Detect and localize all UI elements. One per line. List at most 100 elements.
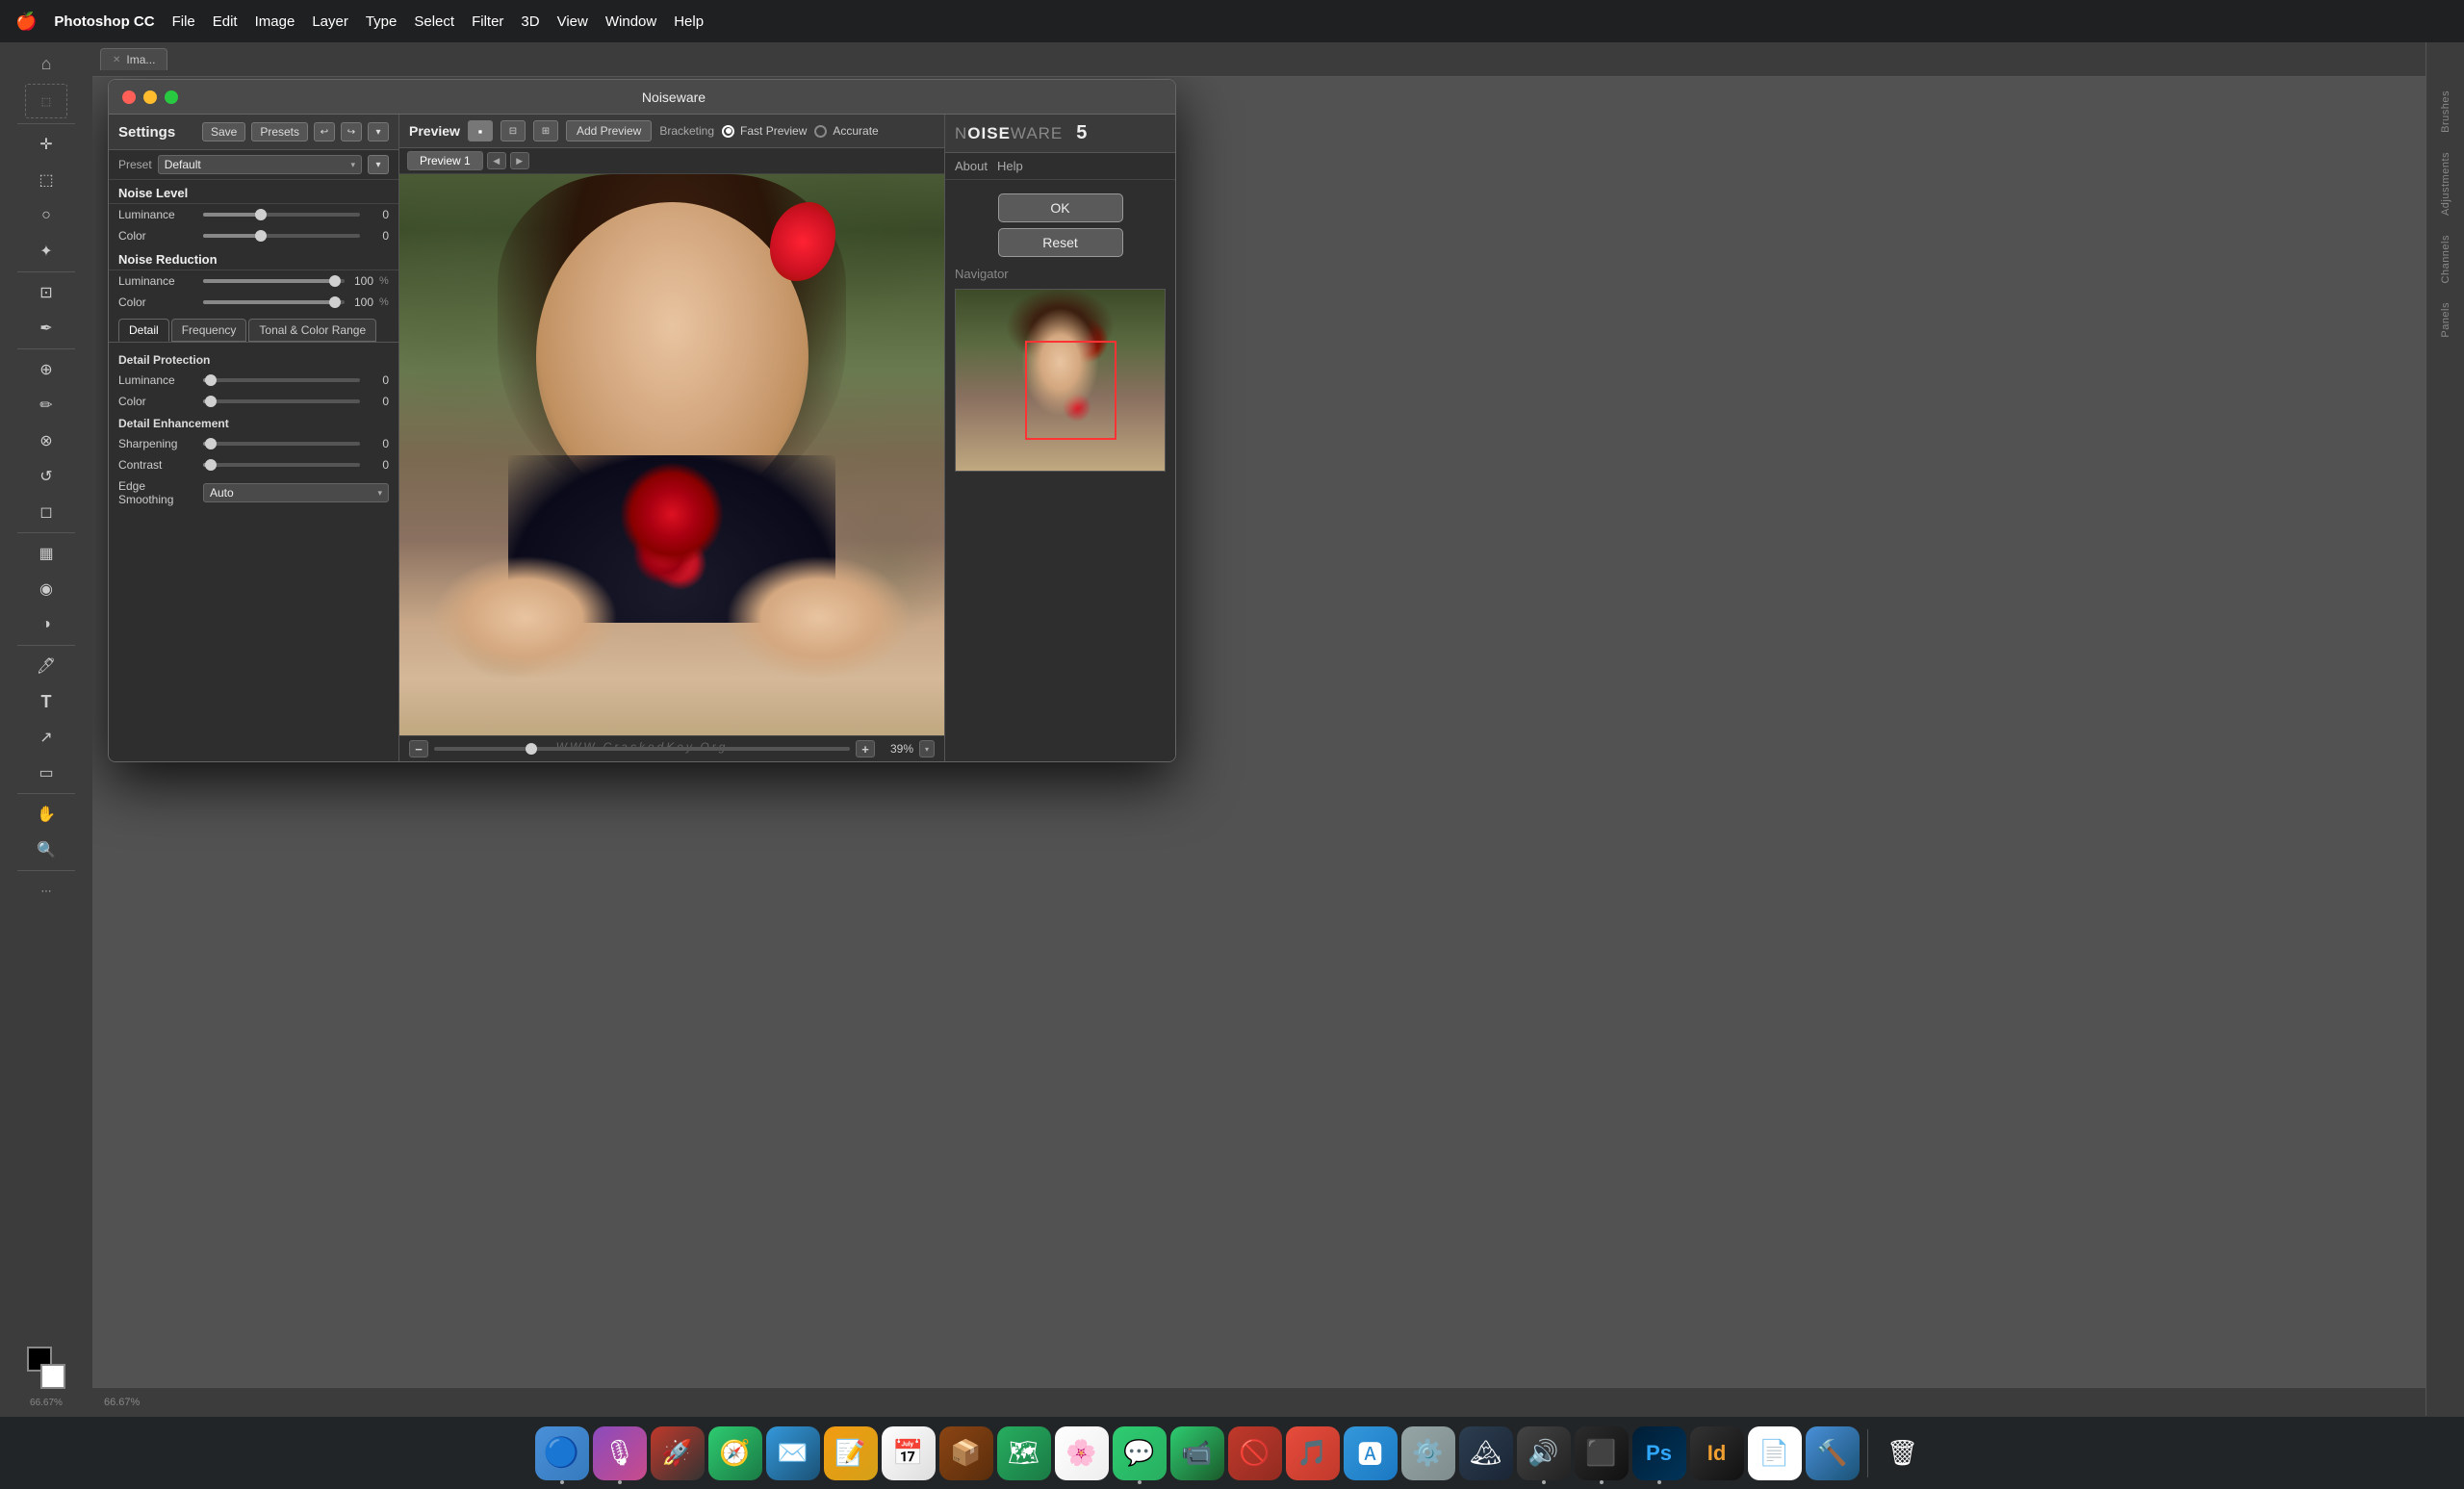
- ps-doc-tab-close[interactable]: ✕: [113, 55, 120, 65]
- ps-rectangle-tool[interactable]: ▭: [25, 756, 67, 790]
- close-button[interactable]: [122, 90, 136, 104]
- menubar-select[interactable]: Select: [414, 13, 454, 30]
- dock-maps[interactable]: 🗺: [997, 1426, 1051, 1480]
- ps-dodge-tool[interactable]: ◑: [25, 607, 67, 642]
- reset-button[interactable]: Reset: [998, 228, 1123, 257]
- preview-image-area[interactable]: [399, 174, 944, 735]
- ps-pen-tool[interactable]: 🖊: [25, 649, 67, 683]
- settings-menu-button[interactable]: ▾: [368, 122, 389, 141]
- tab-detail[interactable]: Detail: [118, 319, 169, 342]
- noise-reduction-color-slider[interactable]: [203, 300, 345, 304]
- dock-photoshop[interactable]: Ps: [1632, 1426, 1686, 1480]
- ps-lasso-tool[interactable]: ○: [25, 198, 67, 233]
- zoom-in-button[interactable]: +: [856, 740, 875, 757]
- dock-trash[interactable]: 🗑: [1876, 1426, 1930, 1480]
- menubar-help[interactable]: Help: [674, 13, 704, 30]
- layout-split-v-btn[interactable]: ⊞: [533, 120, 558, 141]
- detail-prot-luminance-slider[interactable]: [203, 378, 360, 382]
- ps-panel-channels[interactable]: Channels: [2440, 235, 2451, 283]
- dock-calendar[interactable]: 📅: [882, 1426, 936, 1480]
- dock-noiseware[interactable]: 🔊: [1517, 1426, 1571, 1480]
- menubar-image[interactable]: Image: [255, 13, 295, 30]
- dock-notes[interactable]: 📝: [824, 1426, 878, 1480]
- contrast-slider[interactable]: [203, 463, 360, 467]
- zoom-dropdown-button[interactable]: ▾: [919, 740, 935, 757]
- ps-panel-adjustments[interactable]: Adjustments: [2440, 152, 2451, 216]
- dock-do-not-disturb[interactable]: 🚫: [1228, 1426, 1282, 1480]
- preset-select[interactable]: Default ▾: [158, 155, 362, 174]
- ps-hand-tool[interactable]: ✋: [25, 797, 67, 832]
- menubar-layer[interactable]: Layer: [312, 13, 348, 30]
- noise-level-color-slider[interactable]: [203, 234, 360, 238]
- ps-history-brush-tool[interactable]: ↺: [25, 459, 67, 494]
- ps-marquee-tool[interactable]: ⬚: [25, 163, 67, 197]
- dock-notchmeister[interactable]: 🏔: [1459, 1426, 1513, 1480]
- preview-prev-btn[interactable]: ◀: [487, 152, 506, 169]
- redo-button[interactable]: ↪: [341, 122, 362, 141]
- ps-zoom-tool[interactable]: 🔍: [25, 833, 67, 867]
- preview-tab-1[interactable]: Preview 1: [407, 151, 483, 170]
- add-preview-button[interactable]: Add Preview: [566, 120, 652, 141]
- zoom-out-button[interactable]: −: [409, 740, 428, 757]
- about-link[interactable]: About: [955, 159, 988, 173]
- dock-mail[interactable]: ✉️: [766, 1426, 820, 1480]
- ps-text-tool[interactable]: T: [25, 684, 67, 719]
- save-button[interactable]: Save: [202, 122, 245, 141]
- dock-launchpad[interactable]: 🚀: [651, 1426, 705, 1480]
- dock-appstore-alt[interactable]: 📦: [939, 1426, 993, 1480]
- ok-button[interactable]: OK: [998, 193, 1123, 222]
- dock-finder[interactable]: 🔵: [535, 1426, 589, 1480]
- tab-frequency[interactable]: Frequency: [171, 319, 247, 342]
- menubar-3d[interactable]: 3D: [521, 13, 539, 30]
- menubar-window[interactable]: Window: [605, 13, 656, 30]
- ps-more-tools[interactable]: ···: [25, 874, 67, 909]
- ps-clone-tool[interactable]: ⊗: [25, 424, 67, 458]
- dock-system-prefs[interactable]: ⚙️: [1401, 1426, 1455, 1480]
- fast-preview-radio[interactable]: [722, 125, 734, 138]
- navigator-thumbnail[interactable]: [955, 289, 1166, 472]
- zoom-slider-handle[interactable]: [526, 743, 537, 755]
- dock-music[interactable]: 🎵: [1286, 1426, 1340, 1480]
- ps-document-tab[interactable]: ✕ Ima...: [100, 48, 167, 70]
- ps-panel-brushes[interactable]: Brushes: [2440, 90, 2451, 133]
- menubar-edit[interactable]: Edit: [213, 13, 238, 30]
- menubar-filter[interactable]: Filter: [472, 13, 503, 30]
- dock-xcode[interactable]: 🔨: [1806, 1426, 1860, 1480]
- ps-move-tool[interactable]: ✛: [25, 127, 67, 162]
- dock-finder2[interactable]: 📄: [1748, 1426, 1802, 1480]
- preview-next-btn[interactable]: ▶: [510, 152, 529, 169]
- dock-siri[interactable]: 🎙: [593, 1426, 647, 1480]
- dock-terminal[interactable]: ⬛: [1575, 1426, 1629, 1480]
- ps-select-tool[interactable]: ⬚: [25, 84, 67, 118]
- noise-level-luminance-slider[interactable]: [203, 213, 360, 217]
- ps-spot-heal-tool[interactable]: ⊕: [25, 352, 67, 387]
- edge-smoothing-select[interactable]: Auto ▾: [203, 483, 389, 502]
- undo-button[interactable]: ↩: [314, 122, 335, 141]
- dock-psd2[interactable]: Id: [1690, 1426, 1744, 1480]
- ps-blur-tool[interactable]: ◉: [25, 572, 67, 606]
- dock-messages[interactable]: 💬: [1113, 1426, 1167, 1480]
- dock-facetime[interactable]: 📹: [1170, 1426, 1224, 1480]
- apple-menu[interactable]: 🍎: [15, 12, 37, 32]
- noise-reduction-luminance-slider[interactable]: [203, 279, 345, 283]
- maximize-button[interactable]: [165, 90, 178, 104]
- ps-crop-tool[interactable]: ⊡: [25, 275, 67, 310]
- dock-safari[interactable]: 🧭: [708, 1426, 762, 1480]
- menubar-file[interactable]: File: [172, 13, 195, 30]
- dock-app-store[interactable]: 🅰: [1344, 1426, 1398, 1480]
- ps-path-select-tool[interactable]: ↗: [25, 720, 67, 755]
- dock-photos[interactable]: 🌸: [1055, 1426, 1109, 1480]
- ps-gradient-tool[interactable]: ▦: [25, 536, 67, 571]
- help-link[interactable]: Help: [997, 159, 1023, 173]
- preset-arrow-btn[interactable]: ▾: [368, 155, 389, 174]
- ps-panel-panels[interactable]: Panels: [2440, 302, 2451, 338]
- ps-brush-tool[interactable]: ✏: [25, 388, 67, 423]
- ps-eraser-tool[interactable]: ◻: [25, 495, 67, 529]
- presets-button[interactable]: Presets: [251, 122, 308, 141]
- menubar-view[interactable]: View: [557, 13, 588, 30]
- detail-prot-color-slider[interactable]: [203, 399, 360, 403]
- ps-eyedropper-tool[interactable]: ✒: [25, 311, 67, 346]
- ps-magic-wand-tool[interactable]: ✦: [25, 234, 67, 269]
- menubar-type[interactable]: Type: [366, 13, 398, 30]
- minimize-button[interactable]: [143, 90, 157, 104]
